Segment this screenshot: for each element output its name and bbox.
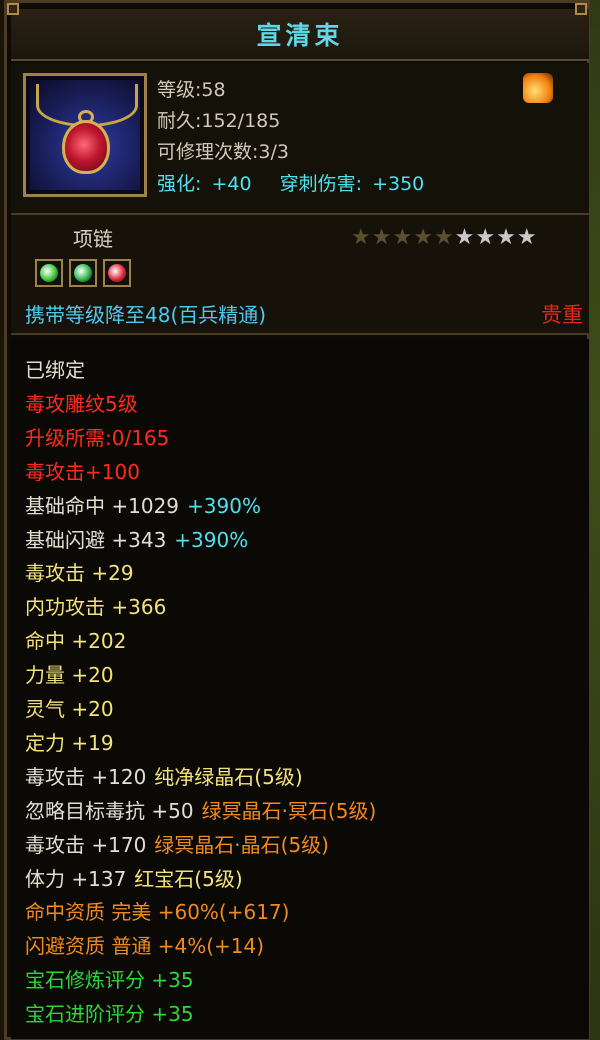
attribute-line: 定力 +19 xyxy=(25,728,114,758)
star-empty-icon: ★ xyxy=(516,225,537,250)
pierce-label: 穿刺伤害: xyxy=(279,173,363,195)
pierce-value: +350 xyxy=(372,173,425,195)
attribute-text: 内功攻击 +366 xyxy=(25,595,167,620)
attribute-text: 已绑定 xyxy=(25,358,85,382)
corner-ornament xyxy=(575,3,587,15)
red-gem-icon[interactable] xyxy=(103,259,131,287)
attribute-text: 毒攻击+100 xyxy=(25,459,140,484)
attribute-text: 体力 +137 xyxy=(25,866,127,891)
item-header: 等级:58 耐久:152/185 可修理次数:3/3 强化: +40 穿刺伤害:… xyxy=(11,63,589,215)
title-bar: 宣清束 xyxy=(11,9,589,61)
attribute-line: 体力 +137 红宝石(5级) xyxy=(25,864,243,894)
attribute-line: 内功攻击 +366 xyxy=(25,592,166,622)
corner-ornament xyxy=(7,3,19,15)
item-repair-count: 可修理次数:3/3 xyxy=(157,141,289,163)
star-filled-icon: ★ xyxy=(392,225,413,250)
star-empty-icon: ★ xyxy=(454,225,475,250)
attribute-line: 命中资质 完美 +60%(+617) xyxy=(25,897,289,927)
star-empty-icon: ★ xyxy=(496,225,516,250)
attribute-text: 红宝石(5级) xyxy=(134,866,243,891)
attribute-line: 宝石进阶评分 +35 xyxy=(25,999,194,1029)
attribute-text: 宝石进阶评分 +35 xyxy=(25,1002,194,1027)
attribute-text: 毒攻击 +120 xyxy=(25,764,147,789)
rarity-label: 贵重 xyxy=(541,303,583,327)
item-name: 宣清束 xyxy=(256,21,344,50)
star-filled-icon: ★ xyxy=(433,225,454,250)
star-filled-icon: ★ xyxy=(371,225,392,250)
item-durability: 耐久:152/185 xyxy=(157,110,281,132)
attribute-text: 宝石修炼评分 +35 xyxy=(25,968,194,993)
attribute-text: 力量 +20 xyxy=(25,663,114,688)
attribute-text: 毒攻击 +170 xyxy=(25,832,147,857)
attribute-text: 灵气 +20 xyxy=(25,697,114,721)
item-level: 等级:58 xyxy=(157,79,226,101)
attribute-list: 已绑定毒攻雕纹5级升级所需:0/165 毒攻击+100 基础命中 +1029 +390… xyxy=(11,339,589,1039)
attribute-text: 绿冥晶石·晶石(5级) xyxy=(154,832,329,857)
item-type: 项链 xyxy=(73,227,113,251)
attribute-line: 毒攻击 +170 绿冥晶石·晶石(5级) xyxy=(25,830,329,860)
item-tooltip: 宣清束 等级:58 耐久:152/185 可修理次数:3/3 强化: +40 穿… xyxy=(4,0,590,1040)
attribute-line: 毒攻雕纹5级 xyxy=(25,389,138,419)
attribute-line: 灵气 +20 xyxy=(25,694,114,724)
attribute-text: 命中 +202 xyxy=(25,629,127,654)
attribute-text: 基础闪避 +343 xyxy=(25,527,167,552)
green-gem-icon[interactable] xyxy=(35,259,63,287)
attribute-text: 毒攻雕纹5级 xyxy=(25,391,138,416)
attribute-text: 绿冥晶石·冥石(5级) xyxy=(201,798,377,823)
attribute-line: 毒攻击+100 xyxy=(25,457,140,487)
attribute-text: 基础命中 +1029 xyxy=(25,493,180,518)
item-icon-frame[interactable] xyxy=(23,73,147,197)
attribute-text: 忽略目标毒抗 +50 xyxy=(25,798,194,823)
star-filled-icon: ★ xyxy=(351,225,371,250)
star-filled-icon: ★ xyxy=(413,225,433,250)
attribute-line: 毒攻击 +29 xyxy=(25,558,134,588)
fire-rune-icon[interactable] xyxy=(523,73,553,103)
enhance-label: 强化: xyxy=(157,173,202,195)
attribute-line: 忽略目标毒抗 +50 绿冥晶石·冥石(5级) xyxy=(25,796,376,826)
enhance-value: +40 xyxy=(211,173,252,195)
star-rating: ★ ★ ★ ★ ★ ★ ★ ★ ★ xyxy=(351,227,537,249)
attribute-line: 毒攻击 +120 纯净绿晶石(5级) xyxy=(25,762,303,792)
attribute-line: 力量 +20 xyxy=(25,660,114,690)
attribute-text: +390% xyxy=(174,527,249,552)
attribute-line: 已绑定 xyxy=(25,355,85,385)
item-subheader: 项链 ★ ★ ★ ★ ★ ★ ★ ★ ★ 携带等级降至48(百兵精通) 贵重 xyxy=(11,215,589,335)
green-gem-icon[interactable] xyxy=(69,259,97,287)
attribute-text: 定力 +19 xyxy=(25,730,114,755)
attribute-text: +390% xyxy=(187,493,261,518)
item-enhance: 强化: +40 穿刺伤害: +350 xyxy=(157,169,424,196)
attribute-text: 升级所需:0/165 xyxy=(25,425,170,450)
attribute-line: 基础命中 +1029 +390% xyxy=(25,491,261,521)
attribute-line: 基础闪避 +343 +390% xyxy=(25,525,248,555)
attribute-text: 纯净绿晶石(5级) xyxy=(154,764,303,789)
attribute-line: 宝石修炼评分 +35 xyxy=(25,965,194,995)
red-gem-necklace-icon xyxy=(30,80,140,190)
attribute-line: 命中 +202 xyxy=(25,626,126,656)
attribute-text: 闪避资质 普通 +4%(+14) xyxy=(25,934,265,959)
carry-level: 携带等级降至48(百兵精通) xyxy=(25,303,267,327)
gem-sockets xyxy=(35,259,131,287)
attribute-text: 命中资质 完美 +60%(+617) xyxy=(25,900,290,925)
attribute-line: 升级所需:0/165 xyxy=(25,423,169,453)
star-empty-icon: ★ xyxy=(475,225,496,250)
attribute-text: 毒攻击 +29 xyxy=(25,561,134,586)
attribute-line: 闪避资质 普通 +4%(+14) xyxy=(25,931,264,961)
